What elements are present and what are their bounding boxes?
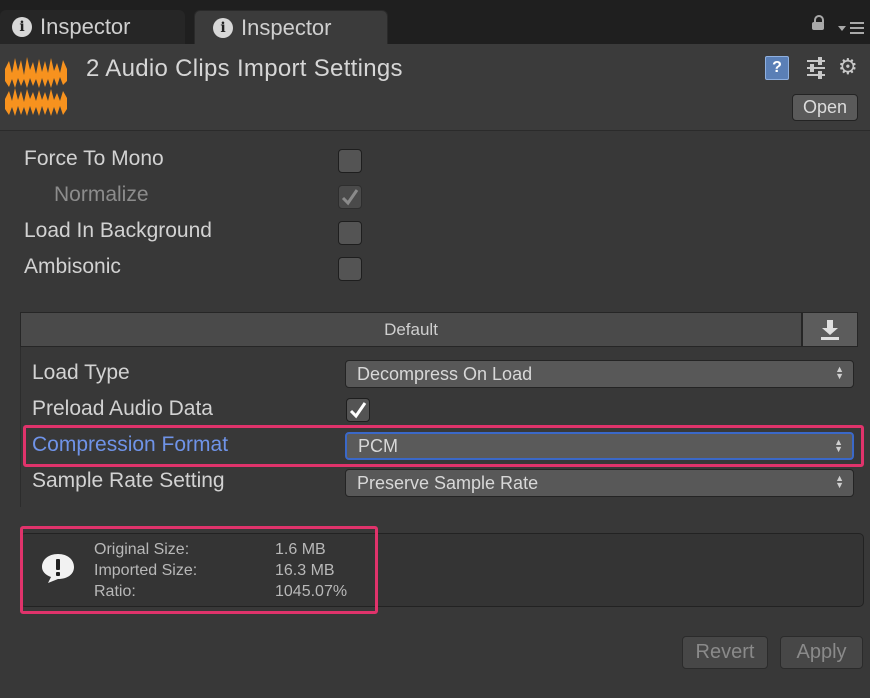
info-icon: i <box>12 17 32 37</box>
compression-format-dropdown[interactable]: PCM ▲ ▼ <box>345 432 854 460</box>
preset-icon[interactable] <box>804 56 828 80</box>
apply-button[interactable]: Apply <box>780 636 863 669</box>
import-info-highlight <box>20 526 378 614</box>
ambisonic-checkbox[interactable] <box>338 257 362 281</box>
open-button[interactable]: Open <box>792 94 858 121</box>
ambisonic-label: Ambisonic <box>24 255 121 278</box>
force-to-mono-checkbox[interactable] <box>338 149 362 173</box>
sample-rate-setting-dropdown[interactable]: Preserve Sample Rate ▲ ▼ <box>345 469 854 497</box>
checkmark-icon <box>341 189 359 206</box>
compression-format-value: PCM <box>358 435 398 456</box>
page-title: 2 Audio Clips Import Settings <box>86 55 403 82</box>
revert-button[interactable]: Revert <box>682 636 768 669</box>
menu-icon[interactable] <box>838 20 866 36</box>
force-to-mono-label: Force To Mono <box>24 147 164 170</box>
normalize-label: Normalize <box>54 183 149 206</box>
normalize-checkbox <box>338 185 362 209</box>
load-in-background-checkbox[interactable] <box>338 221 362 245</box>
tab-inspector-2[interactable]: i Inspector <box>194 10 388 44</box>
compression-format-label: Compression Format <box>32 433 229 456</box>
preload-audio-data-checkbox[interactable] <box>346 398 370 422</box>
dropdown-arrows-icon: ▲ ▼ <box>835 364 844 381</box>
tab-label: Inspector <box>40 14 131 39</box>
load-type-dropdown[interactable]: Decompress On Load ▲ ▼ <box>345 360 854 388</box>
platform-tab-default[interactable]: Default <box>20 312 802 347</box>
tab-label: Inspector <box>241 14 332 40</box>
dropdown-arrows-icon: ▲ ▼ <box>835 473 844 490</box>
tab-inspector-1[interactable]: i Inspector <box>0 10 185 44</box>
sample-rate-setting-label: Sample Rate Setting <box>32 469 225 492</box>
info-icon: i <box>213 17 233 38</box>
preload-audio-data-label: Preload Audio Data <box>32 397 213 420</box>
checkmark-icon <box>349 402 367 419</box>
platform-download-button[interactable] <box>802 312 858 347</box>
audio-clip-icon <box>5 57 67 116</box>
help-icon[interactable]: ? <box>765 56 789 80</box>
sample-rate-setting-value: Preserve Sample Rate <box>357 472 539 493</box>
dropdown-arrows-icon: ▲ ▼ <box>834 437 843 454</box>
lock-icon[interactable] <box>812 15 824 30</box>
download-icon <box>821 319 839 340</box>
load-in-background-label: Load In Background <box>24 219 212 242</box>
load-type-value: Decompress On Load <box>357 363 533 384</box>
load-type-label: Load Type <box>32 361 130 384</box>
gear-icon[interactable]: ⚙ <box>838 54 858 80</box>
